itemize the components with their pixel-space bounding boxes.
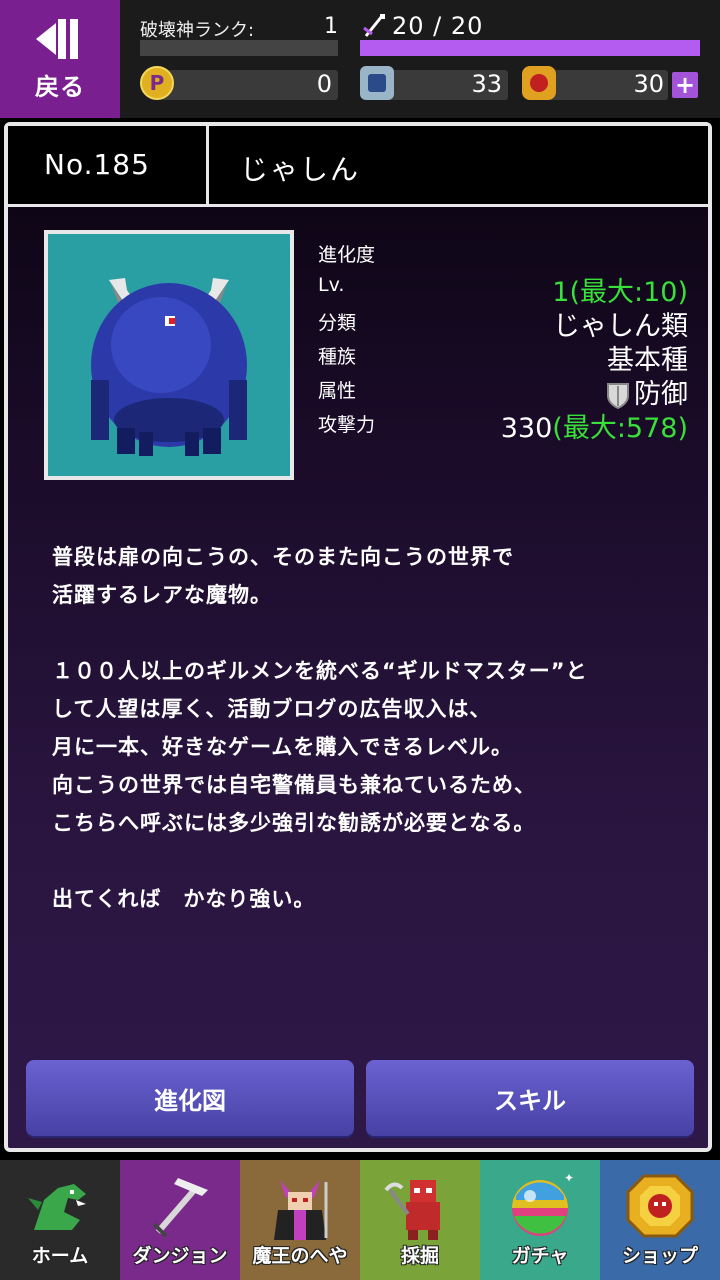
demon-king-icon [264, 1170, 336, 1242]
nav-label: 魔王のへや [252, 1245, 348, 1267]
stamina-bar [360, 40, 700, 56]
evolution-chart-button[interactable]: 進化図 [26, 1060, 354, 1136]
digger-icon [384, 1170, 456, 1242]
bottom-nav: ホーム ダンジョン 魔王のへや 採掘 ✦ ガチャ ショップ [0, 1160, 720, 1280]
nav-home[interactable]: ホーム [0, 1160, 120, 1280]
monster-name: じゃしん [240, 153, 361, 186]
stat-label: 分類 [318, 312, 357, 334]
nav-label: ショップ [621, 1245, 698, 1267]
attack-value: 330 [500, 413, 553, 444]
monster-title-row: No.185 じゃしん [8, 126, 708, 207]
nav-label: 採掘 [400, 1245, 439, 1267]
nav-demon-room[interactable]: 魔王のへや [240, 1160, 360, 1280]
stat-level: Lv. 1(最大:10) [318, 270, 688, 308]
rank-progress-bar [140, 40, 338, 56]
svg-text:✦: ✦ [564, 1171, 574, 1185]
stats-table: 進化度 Lv. 1(最大:10) 分類 じゃしん類 種族 基本種 属性 防御 攻… [318, 236, 688, 444]
stat-class: 分類 じゃしん類 [318, 304, 688, 342]
rank-label: 破壊神ランク: [140, 20, 255, 41]
monster-portrait [44, 230, 294, 480]
pickaxe-icon [144, 1170, 216, 1242]
dragon-icon [24, 1170, 96, 1242]
nav-mining[interactable]: 採掘 [360, 1160, 480, 1280]
gacha-ball-icon: ✦ [504, 1170, 576, 1242]
crystal-icon [360, 66, 394, 100]
back-button[interactable]: 戻る [0, 0, 120, 118]
stat-label: 攻撃力 [318, 414, 376, 436]
stat-race: 種族 基本種 [318, 338, 688, 376]
stat-evolution: 進化度 [318, 236, 688, 270]
stat-label: 属性 [318, 380, 357, 402]
monster-sprite [91, 278, 247, 456]
p-coin-value: 0 [316, 70, 332, 98]
crystal-value: 33 [471, 70, 502, 98]
back-label: 戻る [35, 72, 85, 101]
p-coin-icon: P [140, 66, 174, 100]
monster-description: 普段は扉の向こうの、そのまた向こうの世界で 活躍するレアな魔物。 １００人以上の… [52, 545, 588, 911]
stat-label: 進化度 [318, 244, 376, 266]
stat-label: 種族 [318, 346, 357, 368]
back-icon [36, 17, 84, 61]
nav-label: ガチャ [511, 1245, 569, 1267]
nav-label: ホーム [31, 1245, 89, 1267]
stamina-bar-fill [360, 40, 700, 56]
gem-icon [522, 66, 556, 100]
stamina-value: 20 / 20 [392, 12, 484, 40]
stat-attack: 攻撃力 330(最大:578) [318, 406, 688, 444]
skill-button[interactable]: スキル [366, 1060, 694, 1136]
gem-value: 30 [633, 70, 664, 98]
attack-max: (最大:578) [552, 413, 688, 444]
nav-label: ダンジョン [132, 1245, 228, 1267]
monster-detail-panel: No.185 じゃしん 進化度 Lv. 1(最大:10) 分類 じゃしん類 種族… [4, 122, 712, 1152]
add-gem-button[interactable]: + [672, 72, 698, 98]
stat-label: Lv. [318, 274, 345, 296]
nav-gacha[interactable]: ✦ ガチャ [480, 1160, 600, 1280]
nav-shop[interactable]: ショップ [600, 1160, 720, 1280]
sword-icon [363, 14, 385, 37]
top-status-bar: 戻る 破壊神ランク: 1 20 / 20 P 0 33 30 + [0, 0, 720, 118]
rank-value: 1 [324, 14, 338, 39]
monster-number: No.185 [44, 148, 150, 181]
stat-attribute: 属性 防御 [318, 372, 688, 410]
nav-dungeon[interactable]: ダンジョン [120, 1160, 240, 1280]
shop-gem-icon [624, 1170, 696, 1242]
title-divider [206, 126, 209, 204]
